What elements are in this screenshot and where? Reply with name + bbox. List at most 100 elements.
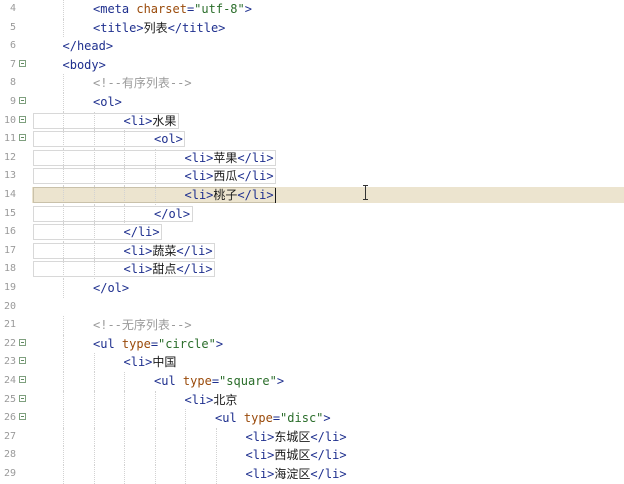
code-line[interactable]: 23 <li>中国 xyxy=(0,353,624,372)
code-text[interactable]: </ol> xyxy=(93,279,129,297)
code-line[interactable]: 13 <li>西瓜</li> xyxy=(0,167,624,186)
indent-guide xyxy=(93,353,96,372)
fold-minus-icon[interactable] xyxy=(19,413,26,421)
code-text[interactable]: <meta charset="utf-8"> xyxy=(93,0,252,18)
code-token-tag: <ul xyxy=(93,336,122,351)
code-line[interactable]: 9 <ol> xyxy=(0,93,624,112)
code-text[interactable]: <!--有序列表--> xyxy=(93,74,192,92)
code-token-str: "utf-8" xyxy=(194,2,245,16)
indent-guide xyxy=(63,18,65,38)
line-number: 13 xyxy=(3,170,16,182)
line-number: 6 xyxy=(9,40,16,52)
code-token-txt: 中国 xyxy=(152,355,177,370)
line-number: 21 xyxy=(3,319,16,331)
code-token-txt: 列表 xyxy=(143,20,168,35)
indent-guide xyxy=(63,409,65,428)
code-text[interactable]: <li>西城区</li> xyxy=(246,446,347,464)
code-line[interactable]: 26 <ul type="disc"> xyxy=(0,409,624,428)
code-text[interactable]: <ol> xyxy=(93,93,122,111)
code-text[interactable]: <li>东城区</li> xyxy=(246,428,347,446)
code-line[interactable]: 22 <ul type="circle"> xyxy=(0,334,624,354)
indent-guide xyxy=(185,446,187,465)
indent-guide xyxy=(154,409,157,428)
code-token-tag: </li> xyxy=(310,429,347,444)
fold-minus-icon[interactable] xyxy=(19,97,26,104)
text-caret xyxy=(275,188,277,203)
code-text[interactable]: <title>列表</title> xyxy=(93,19,225,37)
code-text[interactable]: <ul type="square"> xyxy=(154,372,284,390)
indent-guide xyxy=(63,390,65,410)
code-line[interactable]: 12 <li>苹果</li> xyxy=(0,148,624,168)
code-text[interactable]: <li>海淀区</li> xyxy=(246,465,347,483)
line-number: 4 xyxy=(9,3,16,14)
code-token-tag: <meta xyxy=(93,2,137,16)
code-line[interactable]: 16 </li> xyxy=(0,223,624,242)
code-token-tag: <li> xyxy=(245,429,275,444)
whitespace-outline xyxy=(32,242,216,259)
line-number: 25 xyxy=(3,393,16,405)
code-token-txt: 海淀区 xyxy=(274,467,311,481)
code-line[interactable]: 11 <ol> xyxy=(0,130,624,149)
code-token-tag: <ul xyxy=(215,411,244,426)
code-line[interactable]: 18 <li>甜点</li> xyxy=(0,260,624,279)
whitespace-outline xyxy=(32,112,179,129)
code-line[interactable]: 17 <li>蔬菜</li> xyxy=(0,241,624,261)
code-line[interactable]: 25 <li>北京 xyxy=(0,390,624,410)
code-line[interactable]: 19 </ol> xyxy=(0,279,624,298)
code-token-tag: > xyxy=(215,336,224,351)
indent-guide xyxy=(185,427,187,447)
indent-guide xyxy=(154,446,157,465)
code-line[interactable]: 5 <title>列表</title> xyxy=(0,18,624,38)
code-line[interactable]: 20 xyxy=(0,298,624,317)
code-line[interactable]: 28 <li>西城区</li> xyxy=(0,446,624,465)
fold-minus-icon[interactable] xyxy=(19,115,26,123)
code-line[interactable]: 4 <meta charset="utf-8"> xyxy=(0,0,624,19)
code-token-tag: <li> xyxy=(184,392,214,407)
code-line[interactable]: 6 </head> xyxy=(0,37,624,56)
code-token-tag: <body> xyxy=(62,57,106,72)
code-text[interactable]: <ul type="circle"> xyxy=(93,335,223,353)
indent-guide xyxy=(154,427,157,447)
code-text[interactable]: <body> xyxy=(63,56,106,74)
code-text[interactable]: <ul type="disc"> xyxy=(215,409,331,427)
line-number: 28 xyxy=(3,449,16,461)
code-line[interactable]: 8 <!--有序列表--> xyxy=(0,74,624,93)
code-line[interactable]: 7 <body> xyxy=(0,56,624,75)
code-line[interactable]: 15 </ol> xyxy=(0,204,624,224)
line-number: 26 xyxy=(3,412,16,424)
indent-guide xyxy=(63,0,65,19)
fold-minus-icon[interactable] xyxy=(19,338,26,346)
code-line[interactable]: 14 <li>桃子</li> xyxy=(0,186,624,205)
line-number: 7 xyxy=(9,58,16,70)
indent-guide xyxy=(124,390,126,410)
code-line[interactable]: 27 <li>东城区</li> xyxy=(0,427,624,447)
code-token-str: "square" xyxy=(219,374,277,388)
line-number: 10 xyxy=(3,114,16,126)
code-token-attr: type xyxy=(121,336,151,351)
code-token-tag: </li> xyxy=(310,467,347,481)
code-line[interactable]: 21 <!--无序列表--> xyxy=(0,316,624,335)
code-token-str: "circle" xyxy=(158,336,216,351)
indent-guide xyxy=(63,74,65,93)
code-text[interactable]: </head> xyxy=(63,37,114,55)
line-number: 27 xyxy=(3,430,16,442)
fold-minus-icon[interactable] xyxy=(19,134,26,142)
whitespace-outline xyxy=(32,187,277,203)
indent-guide xyxy=(93,372,96,391)
indent-guide xyxy=(93,427,96,447)
fold-minus-icon[interactable] xyxy=(19,59,26,67)
code-line[interactable]: 10 <li>水果 xyxy=(0,111,624,131)
indent-guide xyxy=(93,390,96,410)
code-token-tag: > xyxy=(244,2,252,16)
fold-minus-icon[interactable] xyxy=(19,376,26,383)
fold-minus-icon[interactable] xyxy=(19,357,26,365)
indent-guide xyxy=(63,353,65,372)
code-editor[interactable]: 4 <meta charset="utf-8"> 5 <title>列表</title… xyxy=(0,0,624,484)
whitespace-outline xyxy=(32,168,277,185)
code-text[interactable]: <li>中国 xyxy=(124,353,177,371)
code-token-tag: = xyxy=(272,411,281,426)
code-line[interactable]: 24 <ul type="square"> xyxy=(0,372,624,391)
code-text[interactable]: <!--无序列表--> xyxy=(93,316,192,334)
fold-minus-icon[interactable] xyxy=(19,394,26,402)
code-text[interactable]: <li>北京 xyxy=(185,391,238,409)
